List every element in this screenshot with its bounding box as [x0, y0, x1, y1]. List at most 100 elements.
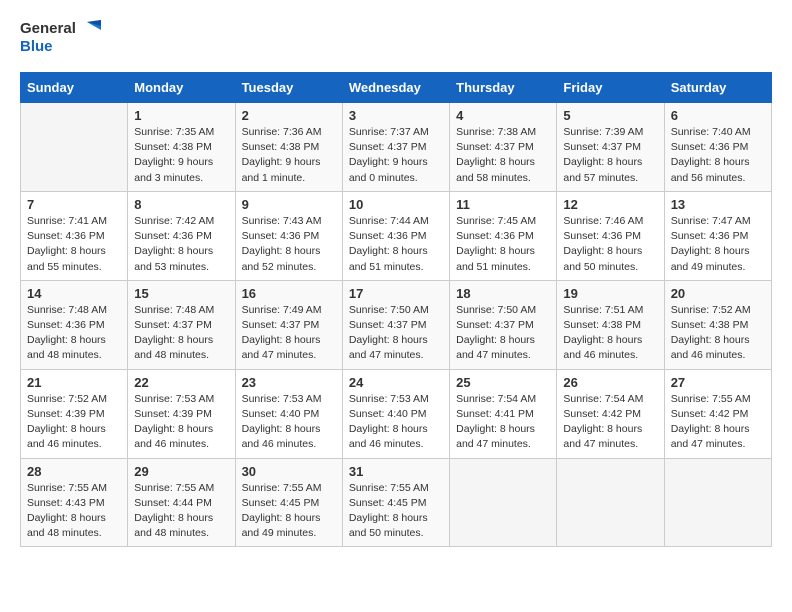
day-number: 19 — [563, 286, 657, 301]
day-info: Sunrise: 7:48 AMSunset: 4:37 PMDaylight:… — [134, 303, 228, 364]
day-number: 14 — [27, 286, 121, 301]
day-cell: 22 Sunrise: 7:53 AMSunset: 4:39 PMDaylig… — [128, 369, 235, 458]
day-info: Sunrise: 7:50 AMSunset: 4:37 PMDaylight:… — [349, 303, 443, 364]
day-number: 29 — [134, 464, 228, 479]
day-number: 8 — [134, 197, 228, 212]
day-number: 6 — [671, 108, 765, 123]
day-info: Sunrise: 7:55 AMSunset: 4:45 PMDaylight:… — [349, 481, 443, 542]
day-number: 24 — [349, 375, 443, 390]
day-cell: 25 Sunrise: 7:54 AMSunset: 4:41 PMDaylig… — [450, 369, 557, 458]
day-cell: 26 Sunrise: 7:54 AMSunset: 4:42 PMDaylig… — [557, 369, 664, 458]
day-cell — [557, 458, 664, 547]
day-number: 1 — [134, 108, 228, 123]
day-cell: 29 Sunrise: 7:55 AMSunset: 4:44 PMDaylig… — [128, 458, 235, 547]
day-number: 17 — [349, 286, 443, 301]
day-cell: 4 Sunrise: 7:38 AMSunset: 4:37 PMDayligh… — [450, 103, 557, 192]
day-cell: 30 Sunrise: 7:55 AMSunset: 4:45 PMDaylig… — [235, 458, 342, 547]
day-cell: 21 Sunrise: 7:52 AMSunset: 4:39 PMDaylig… — [21, 369, 128, 458]
day-info: Sunrise: 7:36 AMSunset: 4:38 PMDaylight:… — [242, 125, 336, 186]
logo: General Blue — [20, 20, 101, 56]
day-info: Sunrise: 7:50 AMSunset: 4:37 PMDaylight:… — [456, 303, 550, 364]
day-number: 30 — [242, 464, 336, 479]
day-number: 20 — [671, 286, 765, 301]
day-cell: 6 Sunrise: 7:40 AMSunset: 4:36 PMDayligh… — [664, 103, 771, 192]
day-number: 28 — [27, 464, 121, 479]
header-cell-thursday: Thursday — [450, 73, 557, 103]
day-info: Sunrise: 7:53 AMSunset: 4:40 PMDaylight:… — [349, 392, 443, 453]
day-info: Sunrise: 7:53 AMSunset: 4:39 PMDaylight:… — [134, 392, 228, 453]
day-info: Sunrise: 7:55 AMSunset: 4:42 PMDaylight:… — [671, 392, 765, 453]
day-info: Sunrise: 7:54 AMSunset: 4:41 PMDaylight:… — [456, 392, 550, 453]
header-cell-tuesday: Tuesday — [235, 73, 342, 103]
day-info: Sunrise: 7:48 AMSunset: 4:36 PMDaylight:… — [27, 303, 121, 364]
day-info: Sunrise: 7:54 AMSunset: 4:42 PMDaylight:… — [563, 392, 657, 453]
day-info: Sunrise: 7:39 AMSunset: 4:37 PMDaylight:… — [563, 125, 657, 186]
day-info: Sunrise: 7:55 AMSunset: 4:44 PMDaylight:… — [134, 481, 228, 542]
day-number: 9 — [242, 197, 336, 212]
day-cell — [21, 103, 128, 192]
day-info: Sunrise: 7:42 AMSunset: 4:36 PMDaylight:… — [134, 214, 228, 275]
week-row-0: 1 Sunrise: 7:35 AMSunset: 4:38 PMDayligh… — [21, 103, 772, 192]
day-number: 7 — [27, 197, 121, 212]
day-info: Sunrise: 7:37 AMSunset: 4:37 PMDaylight:… — [349, 125, 443, 186]
logo-general: General — [20, 20, 76, 38]
day-number: 22 — [134, 375, 228, 390]
day-number: 31 — [349, 464, 443, 479]
day-info: Sunrise: 7:47 AMSunset: 4:36 PMDaylight:… — [671, 214, 765, 275]
day-info: Sunrise: 7:35 AMSunset: 4:38 PMDaylight:… — [134, 125, 228, 186]
day-number: 13 — [671, 197, 765, 212]
day-cell: 12 Sunrise: 7:46 AMSunset: 4:36 PMDaylig… — [557, 191, 664, 280]
day-info: Sunrise: 7:55 AMSunset: 4:45 PMDaylight:… — [242, 481, 336, 542]
day-info: Sunrise: 7:45 AMSunset: 4:36 PMDaylight:… — [456, 214, 550, 275]
day-cell: 18 Sunrise: 7:50 AMSunset: 4:37 PMDaylig… — [450, 280, 557, 369]
week-row-3: 21 Sunrise: 7:52 AMSunset: 4:39 PMDaylig… — [21, 369, 772, 458]
day-cell: 2 Sunrise: 7:36 AMSunset: 4:38 PMDayligh… — [235, 103, 342, 192]
day-cell: 17 Sunrise: 7:50 AMSunset: 4:37 PMDaylig… — [342, 280, 449, 369]
day-cell: 8 Sunrise: 7:42 AMSunset: 4:36 PMDayligh… — [128, 191, 235, 280]
day-cell: 1 Sunrise: 7:35 AMSunset: 4:38 PMDayligh… — [128, 103, 235, 192]
day-cell: 24 Sunrise: 7:53 AMSunset: 4:40 PMDaylig… — [342, 369, 449, 458]
logo-bird-icon — [79, 20, 101, 38]
day-info: Sunrise: 7:38 AMSunset: 4:37 PMDaylight:… — [456, 125, 550, 186]
logo-container: General Blue — [20, 20, 101, 56]
day-number: 4 — [456, 108, 550, 123]
day-info: Sunrise: 7:55 AMSunset: 4:43 PMDaylight:… — [27, 481, 121, 542]
day-info: Sunrise: 7:44 AMSunset: 4:36 PMDaylight:… — [349, 214, 443, 275]
day-cell: 31 Sunrise: 7:55 AMSunset: 4:45 PMDaylig… — [342, 458, 449, 547]
day-cell: 15 Sunrise: 7:48 AMSunset: 4:37 PMDaylig… — [128, 280, 235, 369]
header-row: SundayMondayTuesdayWednesdayThursdayFrid… — [21, 73, 772, 103]
day-info: Sunrise: 7:43 AMSunset: 4:36 PMDaylight:… — [242, 214, 336, 275]
header-cell-friday: Friday — [557, 73, 664, 103]
day-info: Sunrise: 7:46 AMSunset: 4:36 PMDaylight:… — [563, 214, 657, 275]
day-number: 23 — [242, 375, 336, 390]
day-cell: 23 Sunrise: 7:53 AMSunset: 4:40 PMDaylig… — [235, 369, 342, 458]
header: General Blue — [20, 20, 772, 56]
day-cell: 28 Sunrise: 7:55 AMSunset: 4:43 PMDaylig… — [21, 458, 128, 547]
day-number: 21 — [27, 375, 121, 390]
day-number: 15 — [134, 286, 228, 301]
day-cell — [450, 458, 557, 547]
day-cell: 7 Sunrise: 7:41 AMSunset: 4:36 PMDayligh… — [21, 191, 128, 280]
day-info: Sunrise: 7:49 AMSunset: 4:37 PMDaylight:… — [242, 303, 336, 364]
day-number: 3 — [349, 108, 443, 123]
day-cell: 16 Sunrise: 7:49 AMSunset: 4:37 PMDaylig… — [235, 280, 342, 369]
day-number: 16 — [242, 286, 336, 301]
day-number: 2 — [242, 108, 336, 123]
day-number: 11 — [456, 197, 550, 212]
day-number: 27 — [671, 375, 765, 390]
day-cell: 10 Sunrise: 7:44 AMSunset: 4:36 PMDaylig… — [342, 191, 449, 280]
header-cell-monday: Monday — [128, 73, 235, 103]
day-number: 10 — [349, 197, 443, 212]
day-number: 12 — [563, 197, 657, 212]
header-cell-wednesday: Wednesday — [342, 73, 449, 103]
day-cell: 19 Sunrise: 7:51 AMSunset: 4:38 PMDaylig… — [557, 280, 664, 369]
day-cell: 13 Sunrise: 7:47 AMSunset: 4:36 PMDaylig… — [664, 191, 771, 280]
header-cell-sunday: Sunday — [21, 73, 128, 103]
day-cell: 3 Sunrise: 7:37 AMSunset: 4:37 PMDayligh… — [342, 103, 449, 192]
header-cell-saturday: Saturday — [664, 73, 771, 103]
day-cell — [664, 458, 771, 547]
week-row-2: 14 Sunrise: 7:48 AMSunset: 4:36 PMDaylig… — [21, 280, 772, 369]
day-cell: 20 Sunrise: 7:52 AMSunset: 4:38 PMDaylig… — [664, 280, 771, 369]
day-cell: 5 Sunrise: 7:39 AMSunset: 4:37 PMDayligh… — [557, 103, 664, 192]
day-info: Sunrise: 7:41 AMSunset: 4:36 PMDaylight:… — [27, 214, 121, 275]
